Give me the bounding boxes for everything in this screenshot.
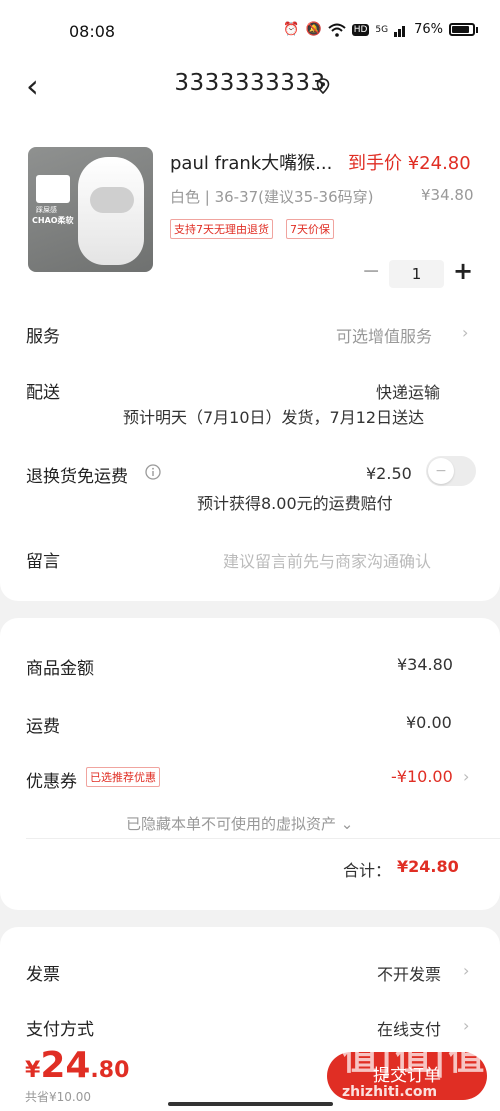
signal-icon <box>394 25 406 37</box>
slipper-strap <box>90 187 134 213</box>
alarm-icon: ⏰ <box>283 22 300 37</box>
toggle-knob: − <box>428 458 454 484</box>
info-icon[interactable] <box>145 464 161 480</box>
bottom-price-dec: .80 <box>90 1058 130 1083</box>
mute-icon: 🔕 <box>305 22 322 37</box>
final-price-label: 到手价 ¥24.80 <box>348 153 471 174</box>
saved-amount: 共省¥10.00 <box>25 1090 91 1104</box>
bottom-price-currency: ¥ <box>25 1058 41 1083</box>
coupon-label: 优惠券 <box>26 772 77 792</box>
top-nav: ‹ 3333333333 <box>0 62 500 118</box>
quantity-decrease-button[interactable]: − <box>362 259 380 284</box>
product-name[interactable]: paul frank大嘴猴... <box>170 149 332 175</box>
divider <box>26 838 500 839</box>
message-input[interactable]: 建议留言前先与商家沟通确认 <box>223 548 431 572</box>
coupon-recommend-tag: 已选推荐优惠 <box>86 767 160 787</box>
return-shipping-label: 退换货免运费 <box>26 467 128 487</box>
wifi-icon <box>328 23 346 37</box>
shipping-fee-label: 运费 <box>26 717 60 737</box>
coupon-chevron-icon[interactable]: › <box>463 767 469 786</box>
invoice-chevron-icon[interactable]: › <box>463 961 469 980</box>
watermark-url: zhizhiti.com <box>342 1084 438 1100</box>
return-shipping-toggle[interactable]: − <box>426 456 476 486</box>
bottom-price-int: 24 <box>40 1045 91 1086</box>
chevron-down-icon: ⌄ <box>340 815 354 833</box>
battery-tip <box>476 26 478 33</box>
goods-amount-label: 商品金额 <box>26 659 94 679</box>
original-price: ¥34.80 <box>421 186 474 204</box>
home-indicator[interactable] <box>168 1102 333 1106</box>
service-label: 服务 <box>26 327 60 347</box>
invoice-label: 发票 <box>26 965 60 985</box>
service-chevron-icon[interactable]: › <box>462 323 468 342</box>
invoice-value[interactable]: 不开发票 <box>377 961 441 985</box>
watermark-logo: 值|值|值 <box>342 1037 487 1078</box>
hidden-assets-toggle[interactable]: 已隐藏本单不可使用的虚拟资产 ⌄ <box>126 813 353 834</box>
product-thumbnail[interactable]: 踩屎感 CHAO柔软 <box>28 147 153 272</box>
service-value[interactable]: 可选增值服务 <box>336 323 432 347</box>
quantity-increase-button[interactable]: + <box>453 257 473 285</box>
quantity-input[interactable]: 1 <box>389 260 444 288</box>
order-item-card: 踩屎感 CHAO柔软 paul frank大嘴猴... 到手价 ¥24.80 白… <box>0 118 500 601</box>
page-title: 3333333333 <box>174 70 326 96</box>
status-icons: ⏰ 🔕 HD 5G 76% <box>283 22 478 37</box>
image-caption-2: CHAO柔软 <box>32 216 74 225</box>
brand-logo <box>36 175 70 203</box>
bottom-price: ¥24.80 <box>25 1045 129 1086</box>
delivery-label: 配送 <box>26 383 60 403</box>
message-label: 留言 <box>26 552 60 572</box>
hd-icon: HD <box>351 23 370 36</box>
shipping-fee-value: ¥0.00 <box>406 713 452 732</box>
price-protect-tag: 7天价保 <box>286 219 334 239</box>
product-spec[interactable]: 白色 | 36-37(建议35-36码穿) <box>170 186 373 207</box>
return-shipping-price: ¥2.50 <box>366 464 412 483</box>
battery-icon <box>449 23 475 36</box>
total-label: 合计： <box>343 861 392 880</box>
return-shipping-note: 预计获得8.00元的运费赔付 <box>197 494 393 513</box>
battery-percent: 76% <box>414 22 443 37</box>
network-label: 5G <box>375 24 389 35</box>
delivery-estimate: 预计明天（7月10日）发货，7月12日送达 <box>123 408 425 427</box>
goods-amount-value: ¥34.80 <box>397 655 453 674</box>
total-value: ¥24.80 <box>397 857 459 876</box>
status-time: 08:08 <box>69 22 116 41</box>
return-policy-tag: 支持7天无理由退货 <box>170 219 273 239</box>
delivery-method: 快递运输 <box>376 383 441 402</box>
price-summary-card: 商品金额 ¥34.80 运费 ¥0.00 优惠券 已选推荐优惠 -¥10.00 … <box>0 618 500 910</box>
image-caption-1: 踩屎感 <box>36 206 57 214</box>
coupon-value[interactable]: -¥10.00 <box>391 767 453 786</box>
hidden-assets-text: 已隐藏本单不可使用的虚拟资产 <box>126 815 337 833</box>
status-bar: 08:08 ⏰ 🔕 HD 5G 76% <box>0 0 500 62</box>
location-pin-icon[interactable] <box>316 78 330 94</box>
payment-label: 支付方式 <box>26 1020 94 1040</box>
